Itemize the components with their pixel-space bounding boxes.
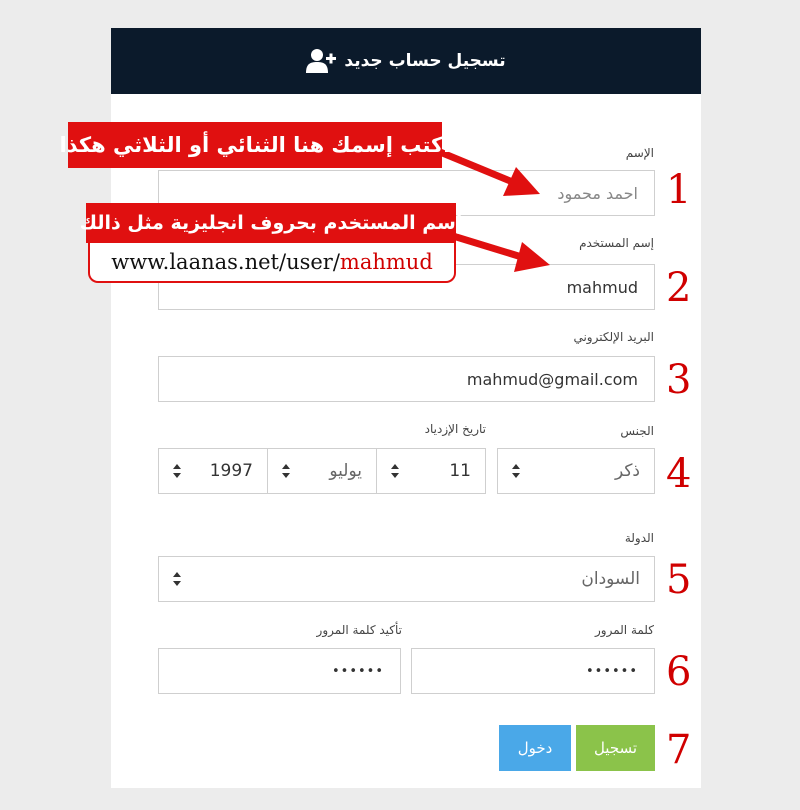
name-hint-box: اكتب إسمك هنا الثنائي أو الثلاثي هكذا (60, 122, 450, 168)
profile-url-box: www.laanas.net/user/mahmud (88, 243, 456, 283)
url-prefix: www.laanas.net/user/ (111, 250, 340, 274)
username-hint-box: إسم المستخدم بحروف انجليزية مثل ذالك (80, 203, 462, 243)
username-hint-text: إسم المستخدم بحروف انجليزية مثل ذالك (79, 212, 463, 234)
arrow-to-name-line (438, 148, 517, 187)
name-hint-text: اكتب إسمك هنا الثنائي أو الثلاثي هكذا (59, 133, 451, 157)
url-username: mahmud (339, 250, 433, 274)
arrow-to-username-head (514, 242, 550, 272)
